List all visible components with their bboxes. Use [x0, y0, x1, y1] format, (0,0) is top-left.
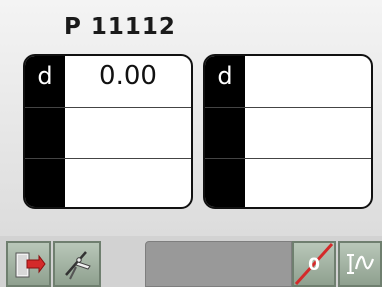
measurement-row[interactable]: d 0.00 — [25, 56, 191, 107]
measurement-row[interactable]: d — [205, 56, 371, 107]
row-value — [245, 159, 371, 207]
caliper-tools-icon — [65, 251, 91, 280]
program-title: P 11112 — [64, 14, 176, 40]
row-label — [205, 108, 245, 158]
waveform-icon — [347, 254, 375, 274]
row-label — [25, 108, 65, 158]
row-label: d — [25, 56, 65, 107]
row-value — [245, 108, 371, 158]
zero-label: 0 — [308, 255, 320, 275]
measurement-row[interactable] — [205, 107, 371, 158]
row-value — [245, 56, 371, 107]
exit-button[interactable] — [6, 241, 51, 287]
row-value: 0.00 — [99, 60, 157, 91]
status-field — [145, 241, 292, 287]
row-label: d — [205, 56, 245, 107]
row-value — [65, 159, 191, 207]
row-value — [65, 108, 191, 158]
measurement-panel-right: d — [203, 54, 373, 209]
row-label — [205, 159, 245, 207]
measurement-row[interactable] — [205, 158, 371, 207]
tools-button[interactable] — [53, 241, 101, 287]
measurement-panel-left: d 0.00 — [23, 54, 193, 209]
measurement-row[interactable] — [25, 158, 191, 207]
door-exit-icon — [15, 252, 46, 278]
zero-button[interactable]: 0 — [292, 241, 336, 287]
main-screen: P 11112 d 0.00 d — [0, 0, 382, 236]
measurement-row[interactable] — [25, 107, 191, 158]
curve-button[interactable] — [338, 241, 382, 287]
zero-disabled-icon: 0 — [294, 242, 334, 286]
row-label — [25, 159, 65, 207]
